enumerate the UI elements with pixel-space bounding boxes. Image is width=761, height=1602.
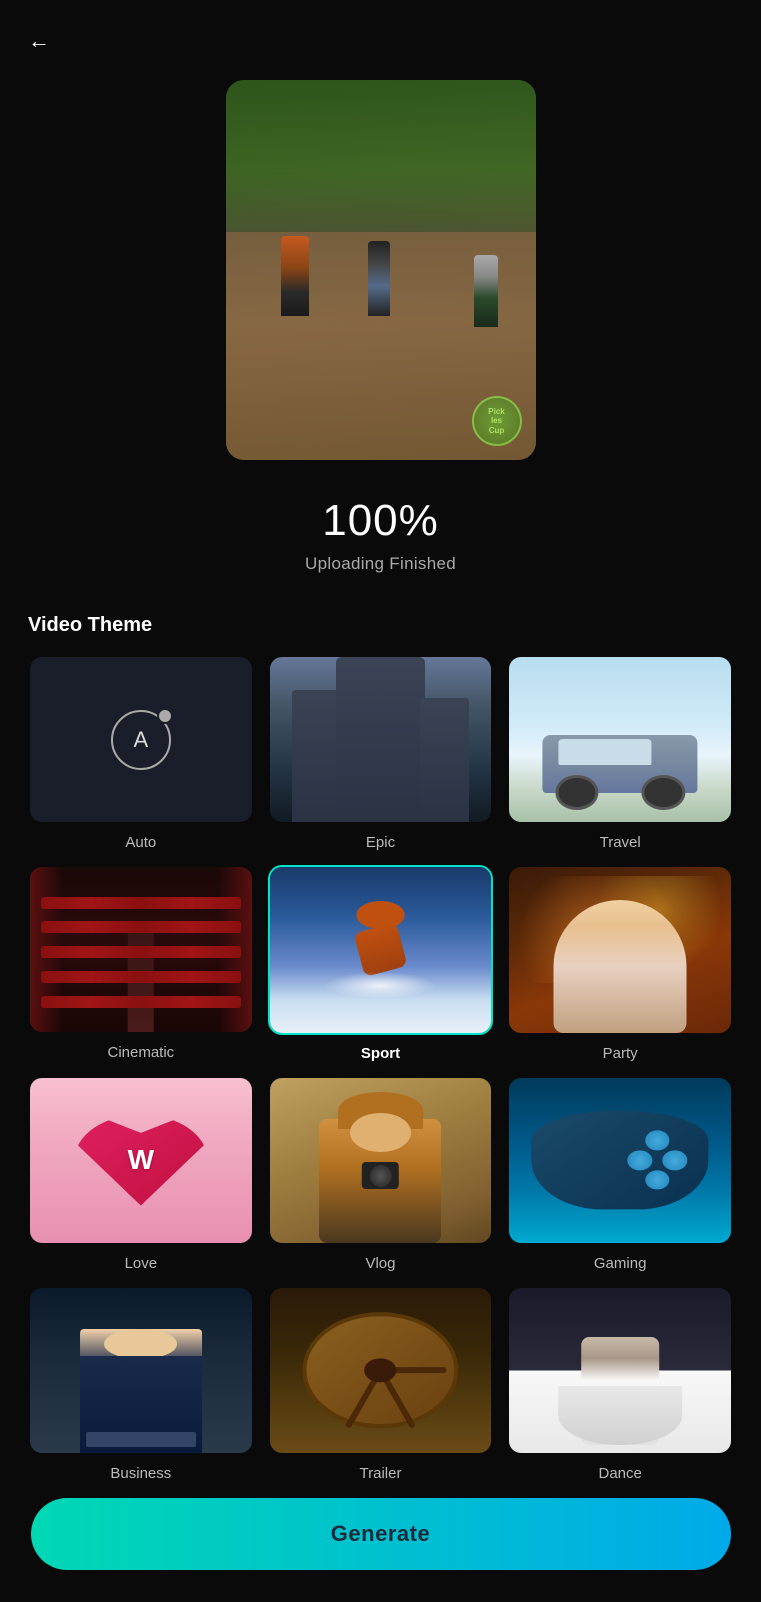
cinema-seats-row-4	[41, 971, 240, 983]
theme-label-epic: Epic	[366, 834, 395, 851]
snow-spray	[325, 972, 436, 999]
reel-center	[364, 1359, 396, 1383]
auto-letter: A	[133, 727, 148, 753]
van-wheel-right	[642, 775, 685, 810]
back-button[interactable]: ←	[28, 28, 50, 54]
scene-trees	[226, 80, 536, 232]
thumb-inner-auto: A	[30, 657, 252, 822]
biz-head	[104, 1329, 177, 1359]
upload-percent: 100%	[322, 496, 439, 546]
epic-tower-center	[336, 657, 425, 822]
skier-body	[353, 922, 408, 977]
van-wheel-left	[555, 775, 598, 810]
scene-figure3	[474, 255, 498, 327]
theme-thumb-dance	[507, 1286, 733, 1455]
dance-dress	[558, 1386, 682, 1445]
theme-item-business[interactable]: Business	[28, 1286, 254, 1482]
thumb-inner-love: W	[30, 1078, 252, 1243]
cinema-seats-row-5	[41, 996, 240, 1008]
gamepad-btn-1	[645, 1130, 670, 1150]
cinema-seats-row-2	[41, 921, 240, 933]
epic-tower-left	[292, 690, 341, 822]
theme-thumb-trailer	[268, 1286, 494, 1455]
theme-thumb-vlog	[268, 1076, 494, 1245]
video-preview: PicklesCup	[226, 80, 536, 460]
theme-item-cinematic[interactable]: Cinematic	[28, 865, 254, 1061]
cinema-seats-row-1	[41, 897, 240, 909]
thumb-inner-dance	[509, 1288, 731, 1453]
cinema-seats-row-3	[41, 946, 240, 958]
skier-helmet	[356, 901, 405, 928]
thumb-inner-party	[509, 867, 731, 1032]
theme-label-love: Love	[125, 1255, 158, 1272]
party-person	[554, 900, 687, 1032]
theme-item-party[interactable]: Party	[507, 865, 733, 1061]
theme-thumb-cinematic	[28, 865, 254, 1034]
love-letter: W	[128, 1144, 154, 1176]
business-person	[80, 1329, 202, 1453]
theme-label-trailer: Trailer	[360, 1465, 402, 1482]
section-title: Video Theme	[28, 614, 152, 637]
watermark-overlay: PicklesCup	[472, 396, 522, 446]
epic-tower-right	[420, 698, 469, 822]
generate-button[interactable]: Generate	[31, 1498, 731, 1570]
theme-thumb-sport	[268, 865, 494, 1034]
theme-label-dance: Dance	[598, 1465, 641, 1482]
theme-grid: A Auto Epic	[28, 655, 733, 1482]
thumb-inner-vlog	[270, 1078, 492, 1243]
film-reel	[303, 1313, 458, 1429]
theme-thumb-travel	[507, 655, 733, 824]
theme-thumb-party	[507, 865, 733, 1034]
auto-icon: A	[111, 710, 171, 770]
thumb-inner-cinematic	[30, 867, 252, 1032]
thumb-inner-gaming	[509, 1078, 731, 1243]
thumb-inner-sport	[270, 867, 492, 1032]
scene-figure2	[368, 241, 390, 316]
theme-label-business: Business	[110, 1465, 171, 1482]
theme-label-sport: Sport	[361, 1045, 400, 1062]
theme-label-cinematic: Cinematic	[107, 1044, 174, 1061]
theme-item-love[interactable]: W Love	[28, 1076, 254, 1272]
video-preview-inner: PicklesCup	[226, 80, 536, 460]
theme-item-sport[interactable]: Sport	[268, 865, 494, 1061]
vlog-camera	[362, 1162, 399, 1189]
thumb-inner-trailer	[270, 1288, 492, 1453]
thumb-inner-epic	[270, 657, 492, 822]
theme-item-travel[interactable]: Travel	[507, 655, 733, 851]
theme-label-auto: Auto	[125, 834, 156, 851]
gamepad-btn-4	[645, 1170, 670, 1190]
main-container: PicklesCup 100% Uploading Finished Video…	[0, 0, 761, 1602]
gamepad-btn-3	[627, 1150, 652, 1170]
theme-label-party: Party	[603, 1045, 638, 1062]
thumb-inner-business	[30, 1288, 252, 1453]
theme-item-auto[interactable]: A Auto	[28, 655, 254, 851]
theme-thumb-business	[28, 1286, 254, 1455]
theme-item-epic[interactable]: Epic	[268, 655, 494, 851]
thumb-inner-travel	[509, 657, 731, 822]
gamepad-btn-2	[663, 1150, 688, 1170]
theme-thumb-epic	[268, 655, 494, 824]
camera-lens	[370, 1165, 392, 1187]
travel-van	[543, 735, 698, 793]
gamepad	[531, 1111, 708, 1210]
scene-figure1	[281, 236, 309, 316]
van-window	[558, 739, 651, 765]
dance-figure	[581, 1337, 659, 1444]
vlog-person	[320, 1119, 442, 1243]
vlog-head	[350, 1113, 411, 1153]
upload-status: Uploading Finished	[305, 554, 456, 574]
theme-thumb-gaming	[507, 1076, 733, 1245]
theme-item-trailer[interactable]: Trailer	[268, 1286, 494, 1482]
theme-thumb-love: W	[28, 1076, 254, 1245]
theme-item-dance[interactable]: Dance	[507, 1286, 733, 1482]
sport-figure	[325, 909, 436, 1000]
theme-item-vlog[interactable]: Vlog	[268, 1076, 494, 1272]
theme-label-travel: Travel	[600, 834, 641, 851]
theme-label-gaming: Gaming	[594, 1255, 647, 1272]
theme-label-vlog: Vlog	[365, 1255, 395, 1272]
biz-laptop	[86, 1432, 196, 1447]
theme-item-gaming[interactable]: Gaming	[507, 1076, 733, 1272]
theme-thumb-auto: A	[28, 655, 254, 824]
